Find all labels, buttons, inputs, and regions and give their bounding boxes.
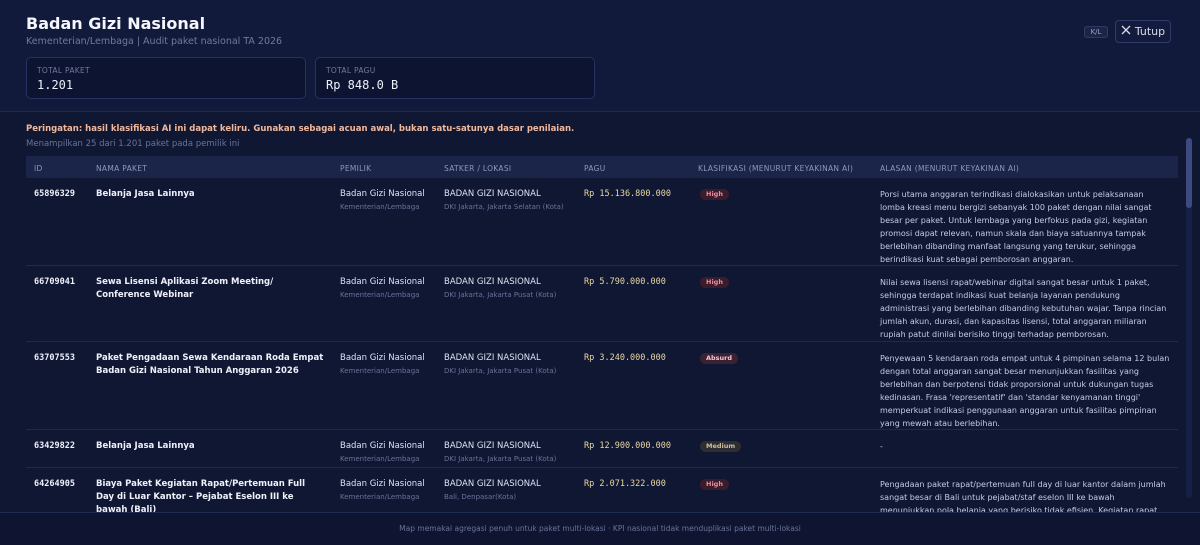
close-label: Tutup bbox=[1134, 25, 1166, 38]
cell-lokasi: DKI Jakarta, Jakarta Selatan (Kota) bbox=[444, 203, 564, 211]
ai-warning: Peringatan: hasil klasifikasi AI ini dap… bbox=[26, 124, 575, 134]
footer-note: Map memakai agregasi penuh untuk paket m… bbox=[399, 524, 801, 533]
cell-pemilik-type: Kementerian/Lembaga bbox=[340, 455, 420, 463]
cell-pagu: Rp 2.071.322.000 bbox=[584, 479, 666, 489]
cell-alasan: Porsi utama anggaran terindikasi dialoka… bbox=[880, 190, 1152, 264]
cell-satker: BADAN GIZI NASIONAL bbox=[444, 479, 541, 489]
cell-alasan: Nilai sewa lisensi rapat/webinar digital… bbox=[880, 278, 1167, 339]
table-scrollbar[interactable] bbox=[1186, 138, 1192, 498]
cell-pemilik: Badan Gizi Nasional bbox=[340, 189, 425, 199]
col-satker[interactable]: SATKER / LOKASI bbox=[444, 164, 511, 173]
cell-id: 63707553 bbox=[34, 353, 75, 363]
cell-satker: BADAN GIZI NASIONAL bbox=[444, 277, 541, 287]
col-alasan[interactable]: ALASAN (MENURUT KEYAKINAN AI) bbox=[880, 164, 1019, 173]
cell-satker: BADAN GIZI NASIONAL bbox=[444, 189, 541, 199]
col-pagu[interactable]: PAGU bbox=[584, 164, 606, 173]
cell-pagu: Rp 5.790.000.000 bbox=[584, 277, 666, 287]
cell-nama: Belanja Jasa Lainnya bbox=[96, 189, 195, 199]
cell-alasan: - bbox=[880, 442, 883, 451]
col-pemilik[interactable]: PEMILIK bbox=[340, 164, 371, 173]
kpi-value: 1.201 bbox=[37, 78, 74, 92]
cell-satker: BADAN GIZI NASIONAL bbox=[444, 441, 541, 451]
cell-pemilik: Badan Gizi Nasional bbox=[340, 353, 425, 363]
cell-alasan: Pengadaan paket rapat/pertemuan full day… bbox=[880, 480, 1166, 512]
table-row[interactable]: 65896329 Belanja Jasa Lainnya Badan Gizi… bbox=[26, 178, 1178, 266]
cell-pemilik: Badan Gizi Nasional bbox=[340, 277, 425, 287]
cell-lokasi: DKI Jakarta, Jakarta Pusat (Kota) bbox=[444, 367, 557, 375]
kpi-label: TOTAL PAKET bbox=[37, 66, 90, 75]
cell-nama: Belanja Jasa Lainnya bbox=[96, 441, 195, 451]
cell-nama: Biaya Paket Kegiatan Rapat/Pertemuan Ful… bbox=[96, 479, 305, 512]
page-title: Badan Gizi Nasional bbox=[26, 14, 206, 33]
close-icon bbox=[1121, 25, 1131, 38]
col-klasifikasi[interactable]: KLASIFIKASI (MENURUT KEYAKINAN AI) bbox=[698, 164, 853, 173]
kpi-total-paket: TOTAL PAKET 1.201 bbox=[26, 57, 306, 99]
cell-lokasi: Bali, Denpasar(Kota) bbox=[444, 493, 517, 501]
cell-pemilik-type: Kementerian/Lembaga bbox=[340, 367, 420, 375]
col-nama-paket[interactable]: NAMA PAKET bbox=[96, 164, 147, 173]
cell-lokasi: DKI Jakarta, Jakarta Pusat (Kota) bbox=[444, 291, 557, 299]
col-id[interactable]: ID bbox=[34, 164, 43, 173]
cell-pemilik-type: Kementerian/Lembaga bbox=[340, 493, 420, 501]
table-row[interactable]: 63707553 Paket Pengadaan Sewa Kendaraan … bbox=[26, 342, 1178, 430]
table-header: ID NAMA PAKET PEMILIK SATKER / LOKASI PA… bbox=[26, 156, 1178, 178]
footer: Map memakai agregasi penuh untuk paket m… bbox=[0, 512, 1200, 545]
table-row[interactable]: 66709041 Sewa Lisensi Aplikasi Zoom Meet… bbox=[26, 266, 1178, 342]
table-row[interactable]: 63429822 Belanja Jasa Lainnya Badan Gizi… bbox=[26, 430, 1178, 468]
cell-satker: BADAN GIZI NASIONAL bbox=[444, 353, 541, 363]
kl-badge: K/L bbox=[1084, 26, 1108, 38]
cell-pemilik: Badan Gizi Nasional bbox=[340, 441, 425, 451]
cell-pagu: Rp 12.900.000.000 bbox=[584, 441, 671, 451]
modal-header: Badan Gizi Nasional Kementerian/Lembaga … bbox=[0, 0, 1200, 112]
cell-id: 65896329 bbox=[34, 189, 75, 199]
cell-lokasi: DKI Jakarta, Jakarta Pusat (Kota) bbox=[444, 455, 557, 463]
kpi-label: TOTAL PAGU bbox=[326, 66, 376, 75]
paket-table: ID NAMA PAKET PEMILIK SATKER / LOKASI PA… bbox=[26, 156, 1178, 512]
classification-badge: Medium bbox=[700, 441, 742, 452]
table-row[interactable]: 64264905 Biaya Paket Kegiatan Rapat/Pert… bbox=[26, 468, 1178, 512]
kpi-total-pagu: TOTAL PAGU Rp 848.0 B bbox=[315, 57, 595, 99]
classification-badge: High bbox=[700, 277, 729, 288]
scrollbar-thumb[interactable] bbox=[1186, 138, 1192, 208]
cell-id: 63429822 bbox=[34, 441, 75, 451]
cell-pagu: Rp 3.240.000.000 bbox=[584, 353, 666, 363]
classification-badge: High bbox=[700, 189, 729, 200]
cell-pemilik: Badan Gizi Nasional bbox=[340, 479, 425, 489]
cell-nama: Paket Pengadaan Sewa Kendaraan Roda Empa… bbox=[96, 353, 324, 376]
result-count: Menampilkan 25 dari 1.201 paket pada pem… bbox=[26, 139, 240, 149]
page-subtitle: Kementerian/Lembaga | Audit paket nasion… bbox=[26, 36, 283, 47]
classification-badge: High bbox=[700, 479, 729, 490]
cell-nama: Sewa Lisensi Aplikasi Zoom Meeting/ Conf… bbox=[96, 277, 274, 300]
cell-pemilik-type: Kementerian/Lembaga bbox=[340, 203, 420, 211]
cell-id: 66709041 bbox=[34, 277, 75, 287]
classification-badge: Absurd bbox=[700, 353, 739, 364]
close-button[interactable]: Tutup bbox=[1115, 20, 1171, 43]
cell-pemilik-type: Kementerian/Lembaga bbox=[340, 291, 420, 299]
kpi-value: Rp 848.0 B bbox=[326, 78, 399, 92]
cell-alasan: Penyewaan 5 kendaraan roda empat untuk 4… bbox=[880, 354, 1170, 428]
cell-id: 64264905 bbox=[34, 479, 75, 489]
modal: Badan Gizi Nasional Kementerian/Lembaga … bbox=[0, 0, 1200, 545]
cell-pagu: Rp 15.136.800.000 bbox=[584, 189, 671, 199]
